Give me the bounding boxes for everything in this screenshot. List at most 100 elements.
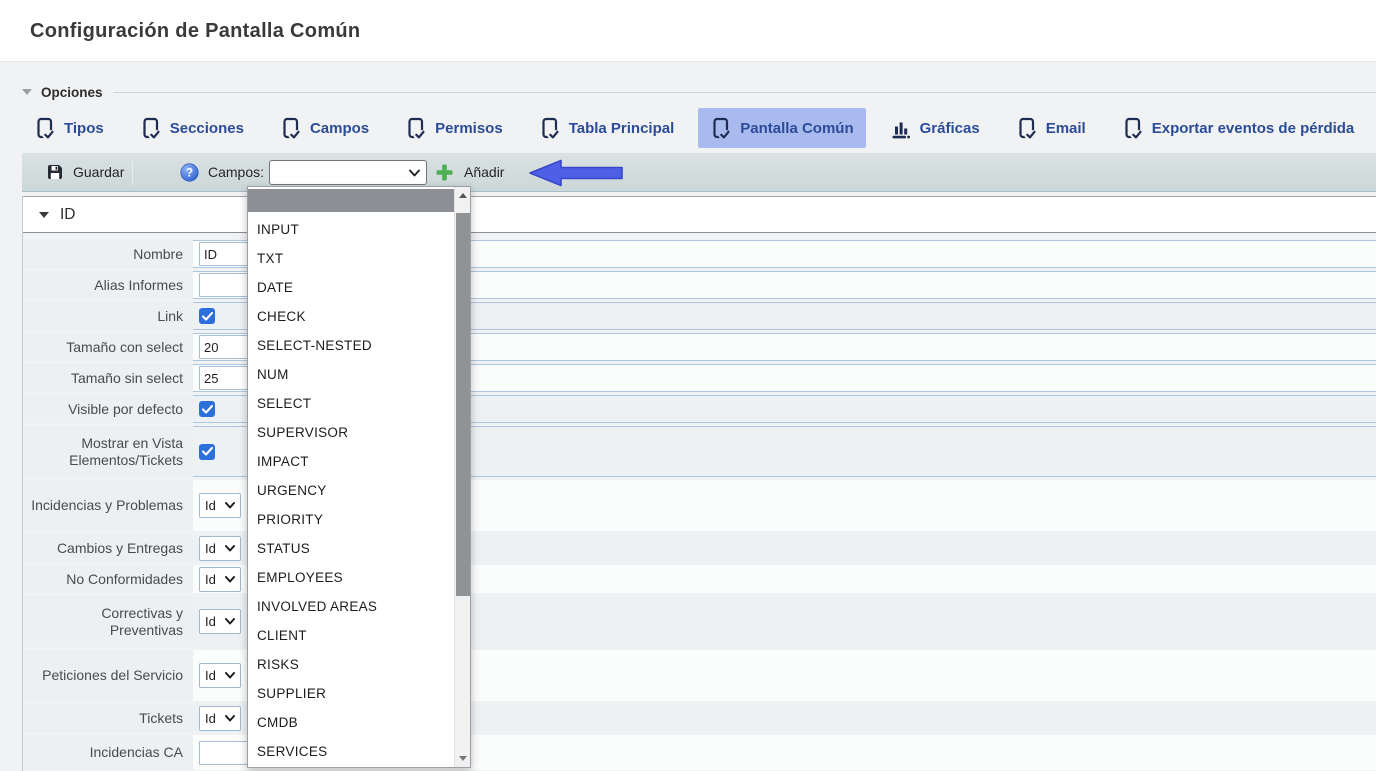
left-arrow-annotation-icon: [528, 159, 624, 192]
bar-chart-icon: [890, 118, 911, 139]
tab-tabla-principal[interactable]: Tabla Principal: [527, 108, 687, 148]
collapse-triangle-icon: [39, 212, 49, 218]
dropdown-option-select[interactable]: SELECT: [248, 389, 454, 418]
field-label: Cambios y Entregas: [23, 534, 193, 562]
select-value: Id: [205, 711, 216, 726]
triangle-up-icon: [459, 193, 467, 198]
dropdown-option-client[interactable]: CLIENT: [248, 621, 454, 650]
tab-email[interactable]: Email: [1004, 108, 1098, 148]
bookmark-check-icon: [710, 117, 731, 139]
dropdown-scrollbar[interactable]: [454, 187, 470, 767]
opciones-section-header: Opciones: [22, 84, 1376, 100]
field-label: Incidencias CA: [23, 735, 193, 770]
dropdown-option-cmdb[interactable]: CMDB: [248, 708, 454, 737]
form-row-tamano-con-select: Tamaño con select: [23, 333, 1376, 361]
dropdown-option-txt[interactable]: TXT: [248, 244, 454, 273]
tab-pantalla-comun[interactable]: Pantalla Común: [698, 108, 865, 148]
dropdown-option-date[interactable]: DATE: [248, 273, 454, 302]
campos-select-dropdown: INPUTTXTDATECHECKSELECT-NESTEDNUMSELECTS…: [247, 186, 471, 768]
incidencias-y-problemas-select[interactable]: Id: [199, 493, 241, 518]
mostrar-en-vista-elementos-tickets-checkbox[interactable]: [199, 444, 215, 460]
dropdown-option-supervisor[interactable]: SUPERVISOR: [248, 418, 454, 447]
dropdown-option-num[interactable]: NUM: [248, 360, 454, 389]
field-label: Incidencias y Problemas: [23, 480, 193, 531]
peticiones-del-servicio-select[interactable]: Id: [199, 663, 241, 688]
field-label: Link: [23, 302, 193, 330]
select-value: Id: [205, 541, 216, 556]
triangle-down-icon: [459, 756, 467, 761]
bookmark-check-icon: [280, 117, 301, 139]
form-row-correctivas-y-preventivas: Correctivas y Preventivas Id: [23, 596, 1376, 647]
cambios-y-entregas-select[interactable]: Id: [199, 536, 241, 561]
dropdown-option-input[interactable]: INPUT: [248, 215, 454, 244]
plus-icon[interactable]: [435, 163, 454, 187]
save-label: Guardar: [73, 164, 124, 180]
scrollbar-thumb[interactable]: [456, 213, 470, 596]
tab-label: Exportar eventos de pérdida: [1152, 120, 1355, 137]
visible-por-defecto-checkbox[interactable]: [199, 401, 215, 417]
collapse-triangle-icon[interactable]: [22, 89, 32, 95]
form-row-peticiones-del-servicio: Peticiones del ServicioId: [23, 650, 1376, 701]
svg-text:?: ?: [186, 168, 193, 180]
tab-secciones[interactable]: Secciones: [128, 108, 256, 148]
tab-graficas[interactable]: Gráficas: [878, 108, 992, 148]
bookmark-check-icon: [1016, 117, 1037, 139]
field-label: Alias Informes: [23, 271, 193, 299]
form-row-cambios-y-entregas: Cambios y Entregas Id: [23, 534, 1376, 562]
select-value: Id: [205, 614, 216, 629]
field-label: Correctivas y Preventivas: [23, 596, 193, 647]
dropdown-option-impact[interactable]: IMPACT: [248, 447, 454, 476]
campos-label: Campos:: [208, 164, 264, 180]
select-value: Id: [205, 572, 216, 587]
bookmark-check-icon: [539, 117, 560, 139]
save-button[interactable]: Guardar: [36, 153, 134, 191]
tab-label: Secciones: [170, 120, 244, 137]
form-row-incidencias-y-problemas: Incidencias y Problemas Id: [23, 480, 1376, 531]
dropdown-selected-blank-option[interactable]: [248, 189, 454, 212]
dropdown-option-involved-areas[interactable]: INVOLVED AREAS: [248, 592, 454, 621]
page-title: Configuración de Pantalla Común: [30, 20, 360, 43]
chevron-down-icon: [225, 715, 235, 722]
add-button[interactable]: Añadir: [464, 164, 504, 180]
chevron-down-icon: [225, 502, 235, 509]
dropdown-option-urgency[interactable]: URGENCY: [248, 476, 454, 505]
no-conformidades-select[interactable]: Id: [199, 567, 241, 592]
form-row-tickets: TicketsId: [23, 704, 1376, 732]
dropdown-option-priority[interactable]: PRIORITY: [248, 505, 454, 534]
form-row-alias-informes: Alias Informes: [23, 271, 1376, 299]
tickets-select[interactable]: Id: [199, 706, 241, 731]
save-floppy-icon: [46, 163, 64, 181]
tab-campos[interactable]: Campos: [268, 108, 381, 148]
dropdown-option-supplier[interactable]: SUPPLIER: [248, 679, 454, 708]
bookmark-check-icon: [405, 117, 426, 139]
tab-permisos[interactable]: Permisos: [393, 108, 515, 148]
form-row-visible-por-defecto: Visible por defecto: [23, 395, 1376, 423]
field-label: Nombre: [23, 240, 193, 268]
form-row-no-conformidades: No ConformidadesId: [23, 565, 1376, 593]
campos-select[interactable]: [269, 160, 427, 185]
id-section-header[interactable]: ID: [23, 196, 1376, 233]
dropdown-option-employees[interactable]: EMPLOYEES: [248, 563, 454, 592]
tab-label: Permisos: [435, 120, 503, 137]
dropdown-option-services[interactable]: SERVICES: [248, 737, 454, 766]
dropdown-option-risks[interactable]: RISKS: [248, 650, 454, 679]
form-rows: Nombre Alias Informes Link Tamaño con sele…: [23, 240, 1376, 770]
tab-label: Email: [1046, 120, 1086, 137]
field-label: Tamaño sin select: [23, 364, 193, 392]
help-button[interactable]: ?: [180, 163, 199, 187]
tab-exportar-eventos-de-perdida[interactable]: Exportar eventos de pérdida: [1110, 108, 1367, 148]
scroll-up-button[interactable]: [455, 187, 471, 204]
bookmark-check-icon: [140, 117, 161, 139]
correctivas-y-preventivas-select[interactable]: Id: [199, 609, 241, 634]
dropdown-option-status[interactable]: STATUS: [248, 534, 454, 563]
tab-bar: Tipos Secciones Campos Permisos Tabla Pr…: [22, 108, 1366, 148]
tab-label: Tipos: [64, 120, 104, 137]
dropdown-option-select-nested[interactable]: SELECT-NESTED: [248, 331, 454, 360]
dropdown-option-check[interactable]: CHECK: [248, 302, 454, 331]
scroll-down-button[interactable]: [455, 750, 471, 767]
form-row-link: Link: [23, 302, 1376, 330]
select-value: Id: [205, 498, 216, 513]
tab-label: Campos: [310, 120, 369, 137]
tab-tipos[interactable]: Tipos: [22, 108, 116, 148]
link-checkbox[interactable]: [199, 308, 215, 324]
